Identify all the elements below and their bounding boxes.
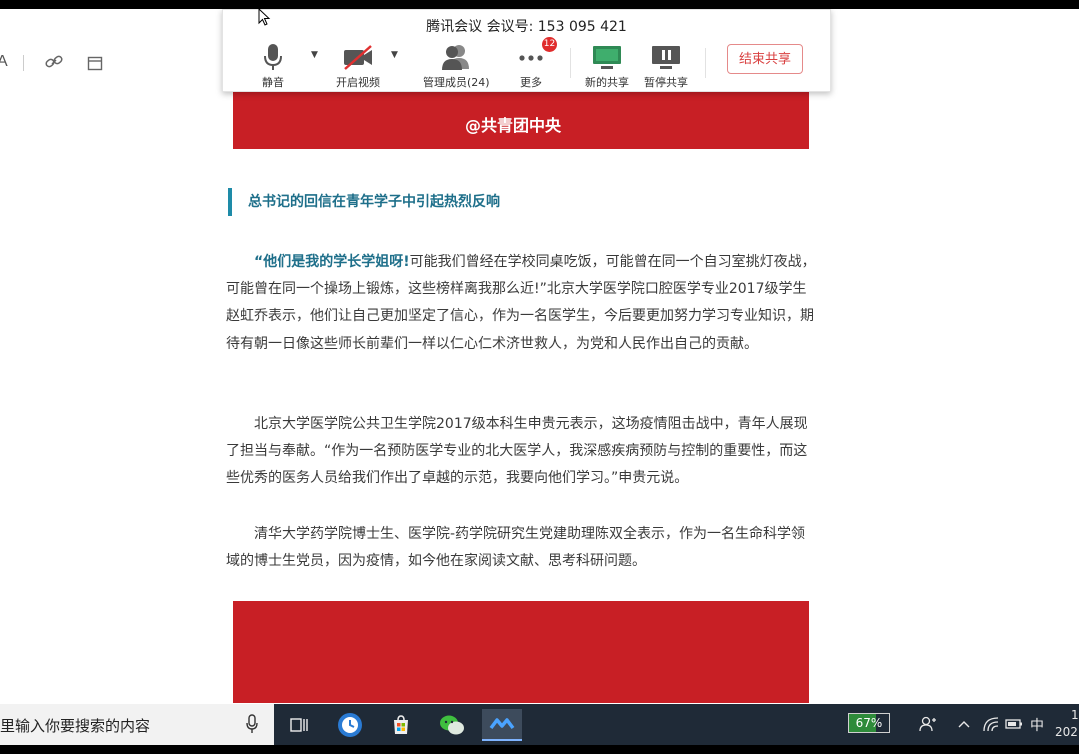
toolbar-divider	[570, 48, 571, 78]
toolbar-divider	[23, 55, 24, 71]
microsoft-store-icon[interactable]	[381, 709, 421, 741]
link-icon[interactable]	[45, 54, 63, 74]
start-video-button[interactable]: 开启视频	[336, 42, 380, 90]
task-view-icon[interactable]	[279, 709, 319, 741]
new-share-button[interactable]: 新的共享	[585, 42, 629, 90]
font-color-button[interactable]: A	[0, 53, 8, 71]
people-icon[interactable]	[919, 715, 937, 737]
article-paragraph-1: “他们是我的学长学姐呀!可能我们曾经在学校同桌吃饭，可能曾在同一个自习室挑灯夜战…	[226, 249, 818, 358]
meeting-title: 腾讯会议 会议号: 153 095 421	[426, 19, 627, 35]
video-off-icon	[344, 45, 372, 70]
wechat-icon[interactable]	[432, 709, 472, 741]
input-method-indicator[interactable]: 中	[1030, 715, 1044, 735]
wifi-icon[interactable]	[982, 715, 1000, 737]
mute-options-chevron-icon[interactable]: ▼	[311, 50, 318, 60]
taskbar-search-box[interactable]: 里输入你要搜索的内容	[0, 704, 274, 745]
paragraph-text: 北京大学医学院公共卫生学院2017级本科生申贵元表示，这场疫情阻击战中，青年人展…	[226, 416, 808, 487]
tencent-meeting-icon[interactable]	[482, 709, 522, 741]
mouse-cursor-icon	[258, 8, 271, 26]
microphone-icon[interactable]	[245, 714, 259, 734]
article-banner-bottom	[233, 601, 809, 703]
search-placeholder: 里输入你要搜索的内容	[0, 717, 151, 735]
toolbar-divider	[705, 48, 706, 78]
video-options-chevron-icon[interactable]: ▼	[391, 50, 398, 60]
members-icon	[442, 45, 470, 70]
battery-indicator[interactable]: 67%	[848, 713, 890, 733]
screen-bottom-border	[0, 745, 1079, 754]
paragraph-text: 清华大学药学院博士生、医学院-药学院研究生党建助理陈双全表示，作为一名生命科学领…	[226, 526, 806, 570]
battery-icon[interactable]	[1005, 715, 1023, 737]
meeting-control-bar: 腾讯会议 会议号: 153 095 421 静音 ▼ 开启视频 ▼ 管理成员(2…	[222, 9, 831, 92]
more-notification-badge: 12	[542, 37, 557, 52]
calendar-icon[interactable]	[87, 55, 103, 75]
article-paragraph-3: 清华大学药学院博士生、医学院-药学院研究生党建助理陈双全表示，作为一名生命科学领…	[226, 521, 818, 575]
screen-share-icon	[593, 46, 621, 69]
pause-share-icon	[652, 46, 680, 69]
app-clock-icon[interactable]	[330, 709, 370, 741]
pause-share-button[interactable]: 暂停共享	[644, 42, 688, 90]
show-hidden-icons-chevron-icon[interactable]	[957, 715, 971, 737]
end-share-button[interactable]: 结束共享	[727, 44, 803, 74]
mute-button[interactable]: 静音	[261, 42, 285, 90]
paragraph-highlight: “他们是我的学长学姐呀!	[254, 254, 410, 270]
screen-top-border	[0, 0, 1079, 9]
system-clock[interactable]: 1 202	[1055, 707, 1079, 741]
microphone-icon	[264, 44, 282, 70]
cyl-logo: @共青团中央	[465, 116, 562, 135]
manage-members-button[interactable]: 管理成员(24)	[423, 42, 490, 90]
section-heading: 总书记的回信在青年学子中引起热烈反响	[228, 188, 500, 216]
article-banner-top: @共青团中央	[233, 92, 809, 149]
article-paragraph-2: 北京大学医学院公共卫生学院2017级本科生申贵元表示，这场疫情阻击战中，青年人展…	[226, 411, 818, 493]
windows-taskbar: 里输入你要搜索的内容 67% 中 1 202	[0, 704, 1079, 745]
